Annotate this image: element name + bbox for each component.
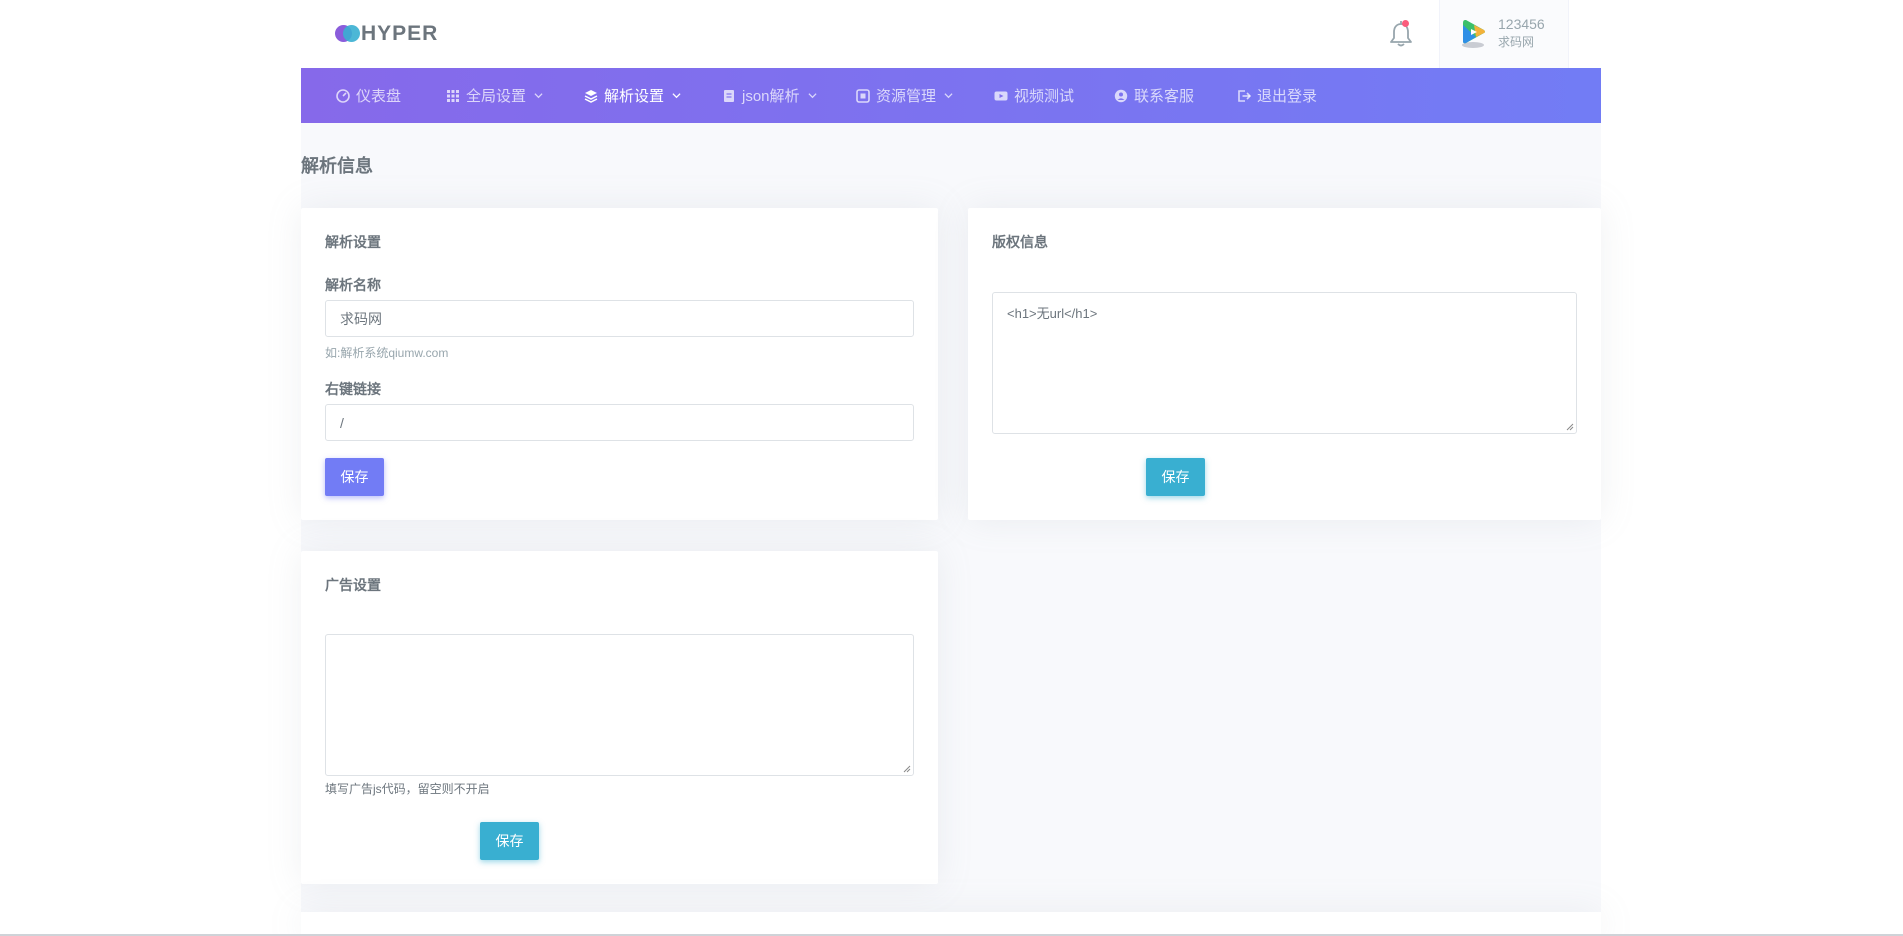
user-name: 123456: [1498, 16, 1545, 32]
parse-settings-card: 解析设置 解析名称 求码网 如:解析系统qiumw.com 右键链接 / 保存: [301, 208, 938, 520]
notification-dot: [1402, 20, 1409, 27]
ads-help-text: 填写广告js代码，留空则不开启: [325, 782, 490, 796]
nav-video-test[interactable]: 视频测试: [994, 68, 1074, 123]
nav-json-parse[interactable]: json解析: [722, 68, 817, 123]
grid-icon: [447, 89, 459, 102]
nav-contact-support[interactable]: 联系客服: [1114, 68, 1194, 123]
page-title: 解析信息: [301, 156, 373, 176]
nav-logout[interactable]: 退出登录: [1237, 68, 1317, 123]
nav-label: 资源管理: [876, 88, 937, 105]
copyright-card: 版权信息 <h1>无url</h1> 保存: [968, 208, 1601, 520]
nav-parse-settings[interactable]: 解析设置: [584, 68, 681, 123]
chevron-down-icon: [944, 93, 953, 99]
avatar: [1458, 17, 1488, 49]
nav-label: 全局设置: [466, 88, 527, 105]
resize-grip-icon[interactable]: [903, 765, 911, 773]
layers-icon: [584, 89, 598, 103]
logo-mark-icon: [335, 25, 360, 43]
card-title: 版权信息: [992, 234, 1048, 250]
save-ads-button[interactable]: 保存: [480, 822, 539, 860]
logout-icon: [1238, 89, 1251, 102]
copyright-textarea-value: <h1>无url</h1>: [1007, 306, 1098, 321]
chevron-down-icon: [534, 93, 543, 99]
nav-label: 解析设置: [604, 88, 665, 105]
user-circle-icon: [1114, 89, 1128, 102]
ads-settings-card: 广告设置 填写广告js代码，留空则不开启 保存: [301, 551, 938, 884]
card-title: 广告设置: [325, 577, 381, 593]
main-navbar: 仪表盘 全局设置 解析设置 json解析 资源管理 视频测试 联系客服 退出登录: [301, 68, 1601, 123]
video-icon: [994, 91, 1008, 100]
user-menu[interactable]: 123456 求码网: [1439, 0, 1569, 68]
right-click-link-input[interactable]: /: [325, 404, 914, 441]
chevron-down-icon: [672, 93, 681, 99]
copyright-textarea[interactable]: <h1>无url</h1>: [992, 292, 1577, 434]
save-parse-settings-button[interactable]: 保存: [325, 458, 384, 496]
nav-label: 退出登录: [1257, 88, 1318, 105]
nav-label: 视频测试: [1014, 88, 1075, 105]
parse-name-help: 如:解析系统qiumw.com: [325, 346, 449, 360]
notification-bell-icon[interactable]: [1388, 20, 1414, 48]
parse-name-label: 解析名称: [325, 277, 381, 293]
card-title: 解析设置: [325, 234, 381, 250]
logo[interactable]: HYPER: [335, 22, 438, 46]
parse-name-input[interactable]: 求码网: [325, 300, 914, 337]
logo-text: HYPER: [361, 22, 439, 45]
doc-icon: [724, 89, 734, 102]
right-click-link-label: 右键链接: [325, 381, 381, 397]
nav-label: json解析: [742, 88, 800, 105]
topbar: HYPER 123456 求码网: [301, 0, 1601, 68]
gauge-icon: [336, 88, 350, 103]
nav-label: 仪表盘: [356, 88, 402, 105]
user-subtitle: 求码网: [1498, 35, 1535, 49]
resource-icon: [856, 88, 870, 103]
nav-dashboard[interactable]: 仪表盘: [336, 68, 401, 123]
chevron-down-icon: [807, 93, 817, 99]
nav-global-settings[interactable]: 全局设置: [446, 68, 543, 123]
resize-grip-icon[interactable]: [1566, 423, 1574, 431]
save-copyright-button[interactable]: 保存: [1146, 458, 1205, 496]
ads-code-textarea[interactable]: [325, 634, 914, 776]
nav-label: 联系客服: [1134, 88, 1195, 105]
footer-card: [301, 912, 1601, 936]
nav-resource-management[interactable]: 资源管理: [856, 68, 953, 123]
page-wrapper: HYPER 123456 求码网 仪表盘 全局设置 解析设置 json解析 资源…: [301, 0, 1601, 936]
